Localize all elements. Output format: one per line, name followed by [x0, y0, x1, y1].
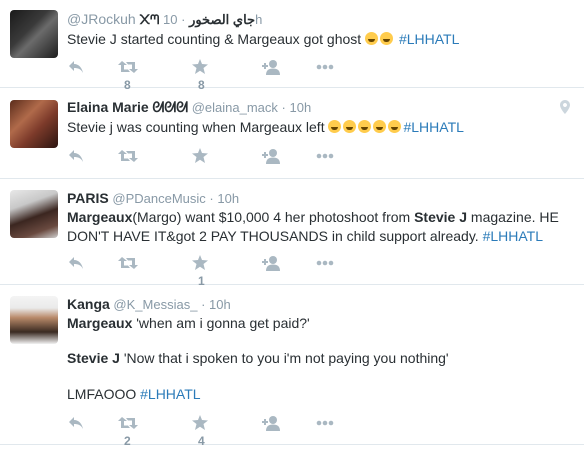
reply-button[interactable] [68, 146, 84, 164]
follow-button[interactable] [262, 253, 282, 271]
timestamp[interactable]: 10h [217, 191, 239, 206]
fullname[interactable]: Kanga [67, 296, 110, 312]
avatar[interactable] [10, 100, 58, 148]
more-button[interactable] [316, 253, 334, 271]
more-button[interactable] [316, 57, 334, 75]
mention-bold: Margeaux [67, 315, 133, 331]
more-icon [316, 260, 334, 266]
avatar[interactable] [10, 190, 58, 238]
emoji-icon [328, 120, 342, 133]
more-button[interactable] [316, 413, 334, 431]
favorite-button[interactable]: 1 [192, 253, 208, 288]
username[interactable]: @PDanceMusic [112, 191, 205, 206]
more-icon [316, 420, 334, 426]
tweet-text-body: LMFAOOO [67, 386, 141, 402]
tweet-text: Margeaux(Margo) want $10,000 4 her photo… [67, 208, 574, 246]
name-suffix: ᙭ᘉ جاي الصخور [139, 12, 256, 27]
follow-icon [262, 255, 280, 271]
tweet-text: Stevie J started counting & Margeaux got… [67, 30, 574, 49]
retweet-icon [118, 149, 138, 162]
follow-icon [262, 59, 280, 75]
fullname[interactable]: Elaina Marie [67, 99, 149, 115]
retweet-icon [118, 256, 138, 269]
follow-button[interactable] [262, 413, 282, 431]
reply-icon [69, 416, 83, 429]
follow-button[interactable] [262, 57, 282, 75]
tweet-text: Stevie j was counting when Margeaux left… [67, 118, 574, 137]
retweet-icon [118, 416, 138, 429]
mention-bold: Margeaux [67, 209, 133, 225]
mention-bold: Stevie J [67, 350, 120, 366]
tweet[interactable]: PARIS @PDanceMusic · 10h Margeaux(Margo)… [0, 179, 584, 288]
favorite-icon [192, 415, 208, 431]
emoji-icon [343, 120, 357, 133]
reply-button[interactable] [68, 253, 84, 271]
favorite-button[interactable]: 4 [192, 413, 208, 448]
name-suffix: ᘛᘛᘛ [152, 99, 189, 115]
separator: · [209, 191, 214, 206]
favorite-icon [192, 148, 208, 164]
fullname[interactable]: @JRockuh [67, 11, 136, 27]
tweet-header: PARIS @PDanceMusic · 10h [67, 189, 239, 208]
timestamp[interactable]: 10h [209, 297, 231, 312]
emoji-icon [365, 32, 379, 45]
avatar[interactable] [10, 296, 58, 344]
tweet-header: @JRockuh ᙭ᘉ جاي الصخور · 10h [67, 10, 262, 29]
tweet-text-body: Stevie J started counting & Margeaux got… [67, 31, 366, 47]
username[interactable]: @K_Messias_ [113, 297, 197, 312]
reply-button[interactable] [68, 413, 84, 431]
emoji-icon [358, 120, 372, 133]
hashtag-link[interactable]: #LHHATL [403, 119, 463, 135]
favorite-icon [192, 255, 208, 271]
separator: · [281, 100, 286, 115]
favorite-icon [192, 59, 208, 75]
favorite-button[interactable] [192, 146, 214, 164]
follow-button[interactable] [262, 146, 282, 164]
hashtag-link[interactable]: #LHHATL [140, 386, 200, 402]
tweet[interactable]: Kanga @K_Messias_ · 10h Margeaux 'when a… [0, 285, 584, 448]
emoji-icon [380, 32, 394, 45]
hashtag-link[interactable]: #LHHATL [483, 228, 543, 244]
reply-icon [69, 256, 83, 269]
reply-icon [69, 60, 83, 73]
location-pin-icon[interactable] [560, 100, 570, 114]
tweet-text-body: 'Now that i spoken to you i'm not paying… [119, 350, 449, 366]
tweet-text-body: Stevie j was counting when Margeaux left [67, 119, 329, 135]
retweet-icon [118, 60, 138, 73]
retweet-button[interactable]: 8 [118, 57, 138, 92]
reply-icon [69, 149, 83, 162]
emoji-icon [373, 120, 387, 133]
follow-icon [262, 148, 280, 164]
favorite-button[interactable]: 8 [192, 57, 208, 92]
tweet-text-line: Margeaux 'when am i gonna get paid?' [67, 314, 574, 333]
separator: · [201, 297, 206, 312]
more-icon [316, 64, 334, 70]
tweet-text-line: Stevie J 'Now that i spoken to you i'm n… [67, 349, 574, 368]
separator: · [181, 12, 186, 27]
tweet[interactable]: @JRockuh ᙭ᘉ جاي الصخور · 10h Stevie J st… [0, 0, 584, 92]
avatar[interactable] [10, 10, 58, 58]
fullname[interactable]: PARIS [67, 190, 109, 206]
emoji-icon [388, 120, 402, 133]
retweet-button[interactable]: 2 [118, 413, 138, 448]
reply-button[interactable] [68, 57, 84, 75]
tweet-header: Kanga @K_Messias_ · 10h [67, 295, 231, 314]
favorite-count: 4 [198, 433, 205, 448]
tweet-text-body: (Margo) want $10,000 4 her photoshoot fr… [132, 209, 415, 225]
tweet-text-line: LMFAOOO #LHHATL [67, 385, 574, 404]
retweet-count: 2 [124, 433, 131, 448]
more-button[interactable] [316, 146, 334, 164]
username[interactable]: @elaina_mack [192, 100, 278, 115]
tweet-header: Elaina Marie ᘛᘛᘛ @elaina_mack · 10h [67, 98, 311, 117]
tweet-text-body: 'when am i gonna get paid?' [132, 315, 310, 331]
tweet[interactable]: Elaina Marie ᘛᘛᘛ @elaina_mack · 10h Stev… [0, 88, 584, 179]
timestamp[interactable]: 10h [289, 100, 311, 115]
retweet-button[interactable] [118, 253, 144, 271]
mention-bold: Stevie J [414, 209, 468, 225]
follow-icon [262, 415, 280, 431]
hashtag-link[interactable]: #LHHATL [399, 31, 459, 47]
retweet-button[interactable] [118, 146, 144, 164]
more-icon [316, 153, 334, 159]
